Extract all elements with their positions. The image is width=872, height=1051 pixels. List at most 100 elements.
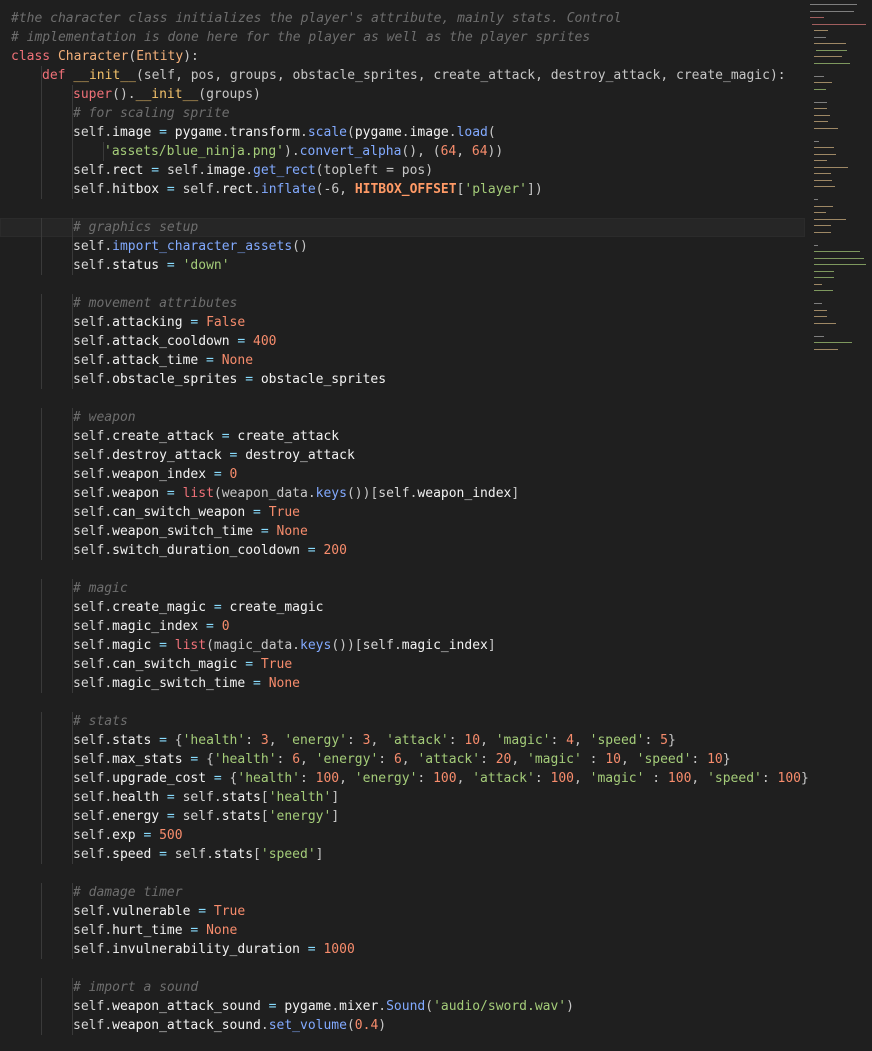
code-token: can_switch_magic (112, 657, 238, 672)
code-line[interactable]: self.can_switch_magic = True (0, 655, 805, 674)
code-line[interactable]: self.status = 'down' (0, 256, 805, 275)
indent-guide (41, 902, 42, 921)
code-token: 'energy' (268, 809, 332, 824)
code-line[interactable]: self.import_character_assets() (0, 237, 805, 256)
code-token: 'speed' (707, 771, 762, 786)
code-line[interactable]: self.weapon_attack_sound.set_volume(0.4) (0, 1016, 805, 1035)
code-token: 0 (229, 467, 238, 482)
code-line[interactable]: self.attack_time = None (0, 351, 805, 370)
code-line[interactable]: self.create_attack = create_attack (0, 427, 805, 446)
code-line[interactable]: self.max_stats = {'health': 6, 'energy':… (0, 750, 805, 769)
code-line[interactable]: 'assets/blue_ninja.png').convert_alpha()… (0, 142, 805, 161)
code-line[interactable]: self.magic_switch_time = None (0, 674, 805, 693)
code-token: (magic_data. (206, 638, 300, 653)
code-line[interactable]: self.weapon_index = 0 (0, 465, 805, 484)
code-line[interactable]: # import a sound (0, 978, 805, 997)
code-line[interactable]: # graphics setup (0, 218, 805, 237)
code-token: . (104, 847, 113, 862)
code-line[interactable]: self.magic_index = 0 (0, 617, 805, 636)
code-line[interactable]: #the character class initializes the pla… (0, 9, 805, 28)
code-line[interactable]: self.attack_cooldown = 400 (0, 332, 805, 351)
code-token: : (534, 771, 551, 786)
code-token: self (362, 638, 394, 653)
indent-guide (41, 294, 42, 313)
code-area[interactable]: #the character class initializes the pla… (0, 9, 809, 1035)
code-line[interactable]: self.magic = list(magic_data.keys())[sel… (0, 636, 805, 655)
code-line[interactable]: self.upgrade_cost = {'health': 100, 'ene… (0, 769, 809, 788)
code-line[interactable]: self.invulnerability_duration = 1000 (0, 940, 805, 959)
code-line[interactable]: self.weapon_attack_sound = pygame.mixer.… (0, 997, 805, 1016)
code-line[interactable]: # weapon (0, 408, 805, 427)
code-token: obstacle_sprites (260, 372, 387, 387)
code-line[interactable]: self.obstacle_sprites = obstacle_sprites (0, 370, 805, 389)
code-token: . (104, 904, 113, 919)
code-line[interactable]: self.rect = self.image.get_rect(topleft … (0, 161, 805, 180)
code-line[interactable]: self.hitbox = self.rect.inflate(-6, HITB… (0, 180, 805, 199)
code-line-content: self.weapon_attack_sound.set_volume(0.4) (73, 1018, 386, 1033)
code-token: can_switch_weapon (112, 505, 246, 520)
code-line[interactable]: # magic (0, 579, 805, 598)
code-line[interactable]: self.weapon = list(weapon_data.keys())[s… (0, 484, 805, 503)
code-token: ). (284, 144, 300, 159)
code-line[interactable]: # for scaling sprite (0, 104, 805, 123)
code-token: = (182, 752, 207, 767)
code-token: 10 (707, 752, 723, 767)
code-line[interactable]: self.speed = self.stats['speed'] (0, 845, 805, 864)
code-token: [ (253, 847, 261, 862)
code-line[interactable] (0, 389, 805, 408)
code-token: super (73, 87, 113, 102)
code-token: self (182, 809, 214, 824)
code-token: : (417, 771, 434, 786)
indent-guide (41, 674, 42, 693)
code-line[interactable] (0, 693, 805, 712)
code-line[interactable]: self.exp = 500 (0, 826, 805, 845)
code-token: . (104, 752, 113, 767)
code-line[interactable] (0, 959, 805, 978)
code-line[interactable]: # implementation is done here for the pl… (0, 28, 805, 47)
code-token: self (73, 828, 105, 843)
code-line[interactable] (0, 275, 805, 294)
code-line[interactable] (0, 560, 805, 579)
code-line[interactable]: self.energy = self.stats['energy'] (0, 807, 805, 826)
code-token: None (206, 923, 238, 938)
code-token: } (801, 771, 809, 786)
code-line[interactable]: self.destroy_attack = destroy_attack (0, 446, 805, 465)
code-line[interactable]: self.attacking = False (0, 313, 805, 332)
code-line[interactable]: def __init__(self, pos, groups, obstacle… (0, 66, 805, 85)
code-line[interactable]: self.health = self.stats['health'] (0, 788, 805, 807)
code-line[interactable]: self.stats = {'health': 3, 'energy': 3, … (0, 731, 805, 750)
code-token: . (104, 353, 113, 368)
code-line[interactable]: self.image = pygame.transform.scale(pyga… (0, 123, 805, 142)
code-line[interactable]: super().__init__(groups) (0, 85, 805, 104)
code-token: , (268, 733, 285, 748)
indent-guide (41, 788, 42, 807)
code-token: )) (487, 144, 504, 159)
code-line[interactable]: self.switch_duration_cooldown = 200 (0, 541, 805, 560)
code-token: . (104, 372, 113, 387)
code-line[interactable]: class Character(Entity): (0, 47, 805, 66)
code-line[interactable]: # damage timer (0, 883, 805, 902)
code-token: = (159, 182, 183, 197)
code-line[interactable]: self.create_magic = create_magic (0, 598, 805, 617)
indent-guide (41, 978, 42, 997)
code-line[interactable]: # movement attributes (0, 294, 805, 313)
code-line[interactable]: self.vulnerable = True (0, 902, 805, 921)
code-line[interactable]: self.weapon_switch_time = None (0, 522, 805, 541)
code-token: . (245, 163, 254, 178)
minimap-line (814, 147, 835, 148)
minimap-line (814, 283, 823, 285)
code-line[interactable]: self.hurt_time = None (0, 921, 805, 940)
code-token: ] (331, 809, 340, 824)
code-editor[interactable]: #the character class initializes the pla… (0, 0, 872, 1051)
code-token: = (206, 600, 230, 615)
code-token: (), ( (401, 144, 441, 159)
code-line[interactable]: # stats (0, 712, 805, 731)
code-line[interactable] (0, 864, 805, 883)
code-line[interactable] (0, 199, 805, 218)
code-token: hitbox (112, 182, 160, 197)
code-token: = (159, 790, 183, 805)
code-line[interactable]: self.can_switch_weapon = True (0, 503, 805, 522)
code-token: = (198, 353, 222, 368)
code-token: self (73, 923, 105, 938)
minimap[interactable] (810, 0, 868, 410)
